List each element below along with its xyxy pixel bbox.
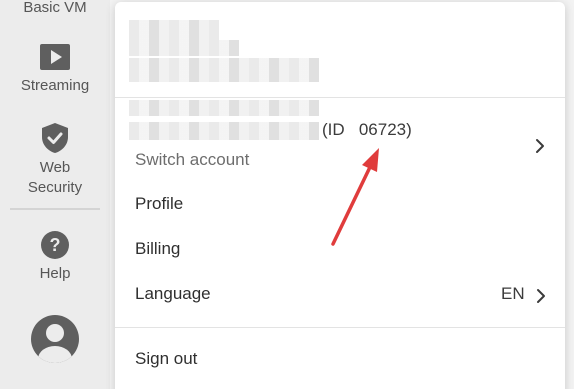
svg-text:?: ?	[50, 235, 61, 255]
redacted-account-email	[129, 100, 319, 116]
sidebar-item-label: Streaming	[20, 77, 90, 94]
sidebar-item-label: Help	[39, 265, 71, 282]
account-header	[115, 2, 565, 98]
billing-menu-item[interactable]: Billing	[115, 231, 565, 271]
language-value: EN	[501, 284, 525, 303]
sidebar-item-streaming[interactable]: Streaming	[0, 44, 110, 96]
redacted-account-email	[129, 122, 319, 140]
sidebar-divider	[10, 208, 100, 210]
menu-item-label: Profile	[135, 194, 184, 213]
profile-menu-item[interactable]: Profile	[115, 186, 565, 226]
language-menu-item[interactable]: Language EN	[115, 276, 565, 316]
chevron-right-icon	[536, 139, 544, 153]
menu-item-label: Sign out	[135, 349, 198, 368]
redacted-user-name	[129, 20, 219, 40]
sidebar-item-web-security[interactable]: Web Security	[0, 122, 110, 198]
user-avatar-icon[interactable]	[30, 314, 80, 364]
account-id: (ID 06723)	[322, 120, 412, 139]
sidebar-item-help[interactable]: ? Help	[0, 230, 110, 284]
question-icon: ?	[41, 231, 69, 259]
chevron-right-icon	[537, 289, 545, 303]
sidebar-item-basic-vm[interactable]: Basic VM	[0, 0, 110, 18]
menu-item-label: Language	[135, 284, 211, 303]
menu-item-label: Billing	[135, 239, 181, 258]
switch-account-label: Switch account	[135, 150, 250, 169]
sidebar: Basic VM Streaming Web Security ? Help	[0, 0, 110, 389]
menu-divider	[115, 327, 565, 328]
sidebar-item-label: Web Security	[27, 159, 83, 196]
sidebar-item-label: Basic VM	[23, 0, 87, 16]
account-menu: (ID 06723) Switch account Profile Billin…	[115, 2, 565, 389]
play-icon	[40, 44, 70, 70]
shield-check-icon	[42, 123, 68, 153]
redacted-user-name	[129, 58, 319, 82]
redacted-user-name	[129, 40, 239, 56]
switch-account-item[interactable]: (ID 06723) Switch account	[115, 98, 565, 188]
sign-out-menu-item[interactable]: Sign out	[115, 341, 565, 381]
